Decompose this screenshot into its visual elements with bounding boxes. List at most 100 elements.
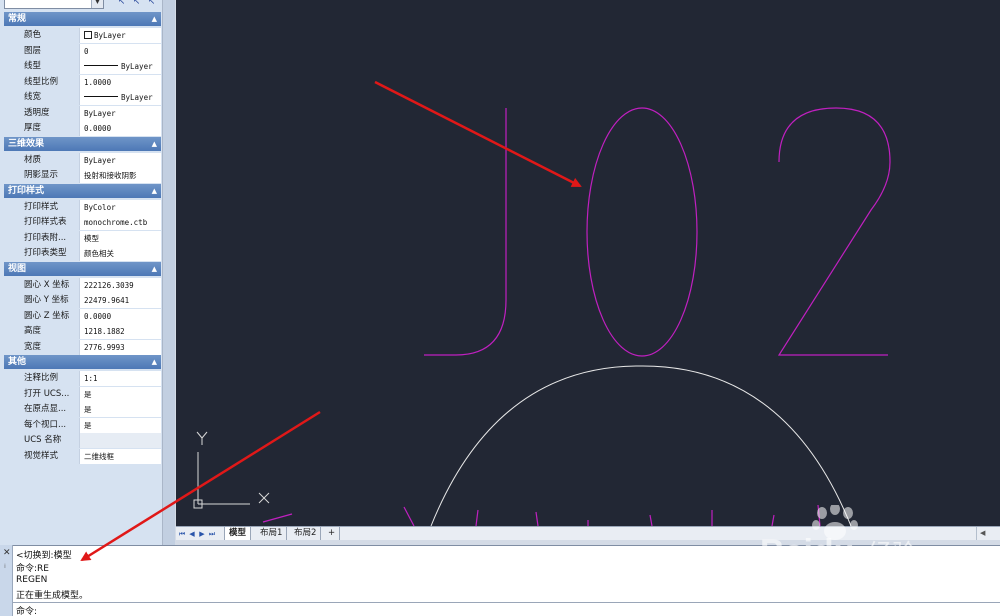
section-header[interactable]: 打印样式 ▲ [4, 183, 161, 198]
property-row[interactable]: 视觉样式 二维线框 [4, 448, 161, 464]
property-row[interactable]: 打印表附... 模型 [4, 230, 161, 246]
property-row[interactable]: 宽度 2776.9993 [4, 339, 161, 355]
property-label: 线型 [4, 59, 79, 74]
ucs-icon [193, 431, 270, 509]
property-label: 圆心 Z 坐标 [4, 308, 79, 324]
property-value[interactable]: 颜色相关 [79, 246, 161, 261]
section-title: 打印样式 [8, 185, 45, 196]
property-value[interactable] [79, 433, 161, 448]
property-value[interactable]: 1218.1882 [79, 324, 161, 339]
property-row[interactable]: 颜色 ByLayer [4, 28, 161, 43]
collapse-icon[interactable]: ▲ [152, 137, 157, 151]
property-row[interactable]: 打印样式 ByColor [4, 199, 161, 215]
section-header[interactable]: 其他 ▲ [4, 355, 161, 369]
property-row[interactable]: 在原点显... 是 [4, 402, 161, 417]
property-value[interactable]: 投射和接收阴影 [79, 168, 161, 183]
property-value[interactable]: ByLayer [79, 90, 161, 105]
property-row[interactable]: 打印样式表 monochrome.ctb [4, 215, 161, 230]
close-icon[interactable]: ✕ [3, 548, 11, 558]
property-value[interactable]: ByLayer [79, 152, 161, 168]
property-label: 注释比例 [4, 371, 79, 386]
property-value[interactable]: 0 [79, 43, 161, 59]
property-row[interactable]: 每个视口... 是 [4, 417, 161, 433]
section-header[interactable]: 常规 ▲ [4, 12, 161, 26]
property-value[interactable]: 1:1 [79, 371, 161, 386]
property-row[interactable]: 厚度 0.0000 [4, 121, 161, 136]
property-row[interactable]: 圆心 X 坐标 222126.3039 [4, 277, 161, 293]
property-row[interactable]: 线宽 ByLayer [4, 90, 161, 105]
property-value[interactable]: ByLayer [79, 28, 161, 43]
property-value-text: 0.0000 [84, 311, 112, 321]
property-value[interactable]: 1.0000 [79, 74, 161, 90]
property-label: 高度 [4, 324, 79, 339]
property-value-text: 1:1 [84, 374, 98, 383]
property-row[interactable]: 圆心 Z 坐标 0.0000 [4, 308, 161, 324]
property-value[interactable]: 是 [79, 386, 161, 402]
first-tab-icon[interactable]: ⏮ [178, 529, 186, 539]
property-value-text: 2776.9993 [84, 342, 125, 352]
palette-toolbar: ▼ ↖ ↖ ↖ [0, 0, 162, 11]
property-label: 颜色 [4, 28, 79, 43]
property-value[interactable]: 是 [79, 417, 161, 433]
property-row[interactable]: 阴影显示 投射和接收阴影 [4, 168, 161, 183]
tab-layout1[interactable]: 布局1 [256, 527, 288, 540]
property-label: 打印表附... [4, 230, 79, 246]
property-row[interactable]: 高度 1218.1882 [4, 324, 161, 339]
command-prompt: 命令: [16, 607, 38, 616]
prev-tab-icon[interactable]: ◀ [188, 529, 196, 539]
property-row[interactable]: 图层 0 [4, 43, 161, 59]
property-row[interactable]: 圆心 Y 坐标 22479.9641 [4, 293, 161, 308]
property-row[interactable]: 透明度 ByLayer [4, 105, 161, 121]
property-value-text: 投射和接收阴影 [84, 171, 137, 180]
quick-select-icon[interactable]: ↖ [146, 0, 157, 8]
property-value-text: ByLayer [94, 31, 126, 40]
property-value-text: ByLayer [121, 62, 153, 71]
tab-add[interactable]: + [324, 527, 341, 540]
collapse-icon[interactable]: ▲ [152, 12, 157, 26]
property-value[interactable]: 22479.9641 [79, 293, 161, 308]
property-label: 圆心 X 坐标 [4, 277, 79, 293]
property-row[interactable]: 打印表类型 颜色相关 [4, 246, 161, 261]
tab-model[interactable]: 模型 [224, 527, 252, 540]
section-header[interactable]: 视图 ▲ [4, 261, 161, 276]
property-value-text: 1218.1882 [84, 327, 125, 336]
tab-layout2[interactable]: 布局2 [290, 527, 322, 540]
property-row[interactable]: UCS 名称 [4, 433, 161, 448]
property-value[interactable]: ByLayer [79, 59, 161, 74]
property-label: 厚度 [4, 121, 79, 136]
toggle-pickadd-icon[interactable]: ↖ [116, 0, 127, 8]
next-tab-icon[interactable]: ▶ [198, 529, 206, 539]
property-value[interactable]: 0.0000 [79, 121, 161, 136]
property-value[interactable]: 222126.3039 [79, 277, 161, 293]
property-label: 图层 [4, 43, 79, 59]
property-label: 宽度 [4, 339, 79, 355]
watermark-brand: Baidu [760, 533, 854, 571]
grip-icon[interactable]: ⁞ [4, 563, 6, 570]
property-row[interactable]: 材质 ByLayer [4, 152, 161, 168]
property-value[interactable]: ByLayer [79, 105, 161, 121]
property-value[interactable]: ByColor [79, 199, 161, 215]
property-value[interactable]: monochrome.ctb [79, 215, 161, 230]
property-value[interactable]: 二维线框 [79, 448, 161, 464]
collapse-icon[interactable]: ▲ [152, 262, 157, 276]
property-value[interactable]: 模型 [79, 230, 161, 246]
collapse-icon[interactable]: ▲ [152, 184, 157, 198]
select-objects-icon[interactable]: ↖ [131, 0, 142, 8]
property-value[interactable]: 0.0000 [79, 308, 161, 324]
property-value[interactable]: 2776.9993 [79, 339, 161, 355]
glyph-j [424, 108, 507, 356]
property-row[interactable]: 注释比例 1:1 [4, 371, 161, 386]
last-tab-icon[interactable]: ⏭ [208, 529, 216, 539]
property-value-text: 22479.9641 [84, 296, 130, 305]
object-type-select[interactable]: ▼ [4, 0, 104, 9]
section-header[interactable]: 三维效果 ▲ [4, 136, 161, 151]
property-row[interactable]: 打开 UCS... 是 [4, 386, 161, 402]
property-row[interactable]: 线型比例 1.0000 [4, 74, 161, 90]
property-label: 透明度 [4, 105, 79, 121]
property-row[interactable]: 线型 ByLayer [4, 59, 161, 74]
collapse-icon[interactable]: ▲ [152, 355, 157, 369]
text-fragment [403, 506, 415, 526]
drawing-canvas[interactable] [176, 0, 1000, 526]
property-value[interactable]: 是 [79, 402, 161, 417]
baidu-watermark: Baidu 经验 jingyan.baidu.com [760, 503, 990, 605]
